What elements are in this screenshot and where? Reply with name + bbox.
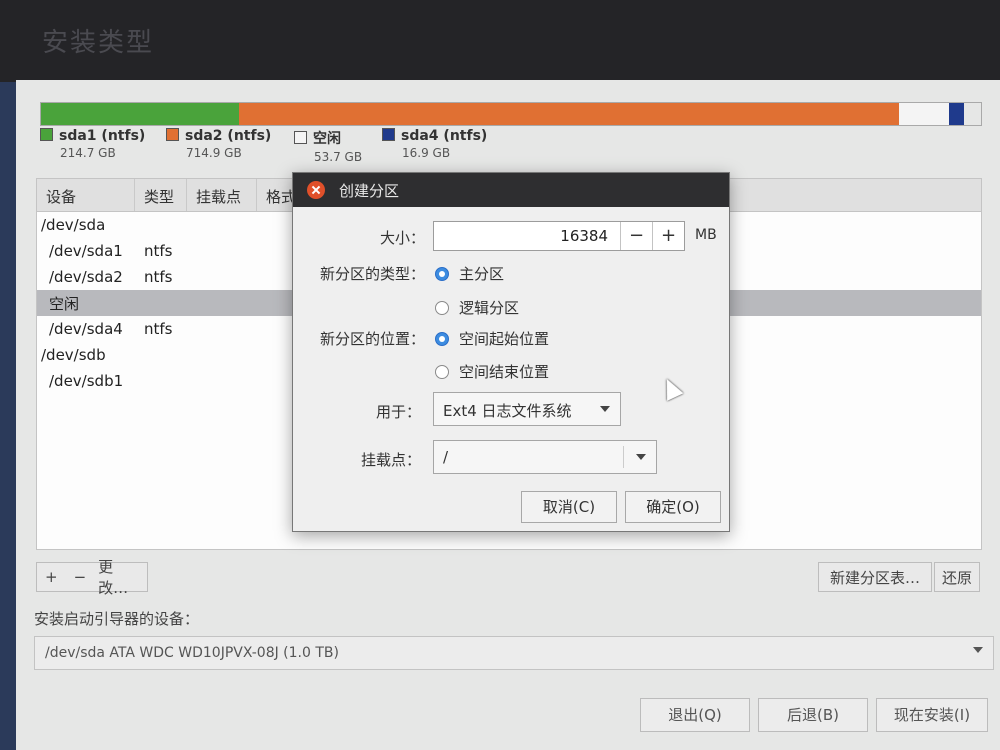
boot-loader-value: /dev/sda ATA WDC WD10JPVX-08J (1.0 TB) bbox=[45, 645, 339, 661]
increment-button[interactable]: + bbox=[652, 222, 684, 250]
change-partition-button[interactable]: 更改… bbox=[94, 556, 147, 598]
use-as-select[interactable]: Ext4 日志文件系统 bbox=[433, 392, 621, 426]
ok-button[interactable]: 确定(O) bbox=[625, 491, 721, 523]
decrement-button[interactable]: − bbox=[620, 222, 652, 250]
radio-logical[interactable]: 逻辑分区 bbox=[435, 297, 519, 318]
partition-bar-sda2 bbox=[239, 103, 900, 125]
mount-point-value[interactable]: / bbox=[443, 448, 448, 466]
radio-start[interactable]: 空间起始位置 bbox=[435, 328, 549, 349]
partition-bar-free bbox=[899, 103, 949, 125]
dialog-titlebar: 创建分区 bbox=[293, 173, 729, 207]
revert-button[interactable]: 还原 bbox=[934, 562, 980, 592]
table-toolbar: + − 更改… bbox=[36, 558, 148, 597]
page-title: 安装类型 bbox=[42, 28, 155, 58]
combo-separator bbox=[623, 446, 624, 468]
partition-bar bbox=[40, 102, 982, 126]
partition-type-label: 新分区的类型： bbox=[319, 265, 425, 283]
install-now-button[interactable]: 现在安装(I) bbox=[876, 698, 988, 732]
legend-swatch bbox=[166, 128, 179, 141]
dialog-title: 创建分区 bbox=[339, 181, 400, 200]
size-unit: MB bbox=[695, 227, 717, 243]
column-mount[interactable]: 挂载点 bbox=[187, 179, 257, 211]
partition-bar-sda1 bbox=[41, 103, 240, 125]
partition-location-label: 新分区的位置： bbox=[319, 330, 425, 348]
legend-swatch bbox=[294, 131, 307, 144]
desktop-edge bbox=[0, 82, 16, 750]
cancel-button[interactable]: 取消(C) bbox=[521, 491, 617, 523]
legend-sda4: sda4 (ntfs) 16.9 GB bbox=[382, 128, 487, 160]
title-bar: 安装类型 bbox=[0, 0, 1000, 82]
new-partition-table-button[interactable]: 新建分区表… bbox=[818, 562, 932, 592]
size-input[interactable]: 16384 bbox=[434, 222, 620, 250]
back-button[interactable]: 后退(B) bbox=[758, 698, 868, 732]
use-as-label: 用于： bbox=[375, 403, 421, 421]
legend-swatch bbox=[40, 128, 53, 141]
partition-bar-sda4 bbox=[948, 103, 965, 125]
chevron-down-icon[interactable] bbox=[636, 454, 646, 460]
add-partition-button[interactable]: + bbox=[37, 568, 66, 586]
close-icon[interactable] bbox=[307, 181, 325, 199]
column-device[interactable]: 设备 bbox=[37, 179, 135, 211]
radio-unselected-icon bbox=[435, 364, 449, 379]
size-label: 大小： bbox=[379, 229, 425, 247]
chevron-down-icon bbox=[600, 406, 610, 412]
mount-point-combo[interactable]: / bbox=[433, 440, 657, 474]
use-as-value: Ext4 日志文件系统 bbox=[443, 402, 572, 420]
legend-swatch bbox=[382, 128, 395, 141]
radio-unselected-icon bbox=[435, 300, 449, 315]
legend-sda2: sda2 (ntfs) 714.9 GB bbox=[166, 128, 271, 160]
radio-end[interactable]: 空间结束位置 bbox=[435, 361, 549, 382]
quit-button[interactable]: 退出(Q) bbox=[640, 698, 750, 732]
radio-primary[interactable]: 主分区 bbox=[435, 263, 504, 284]
radio-selected-icon bbox=[435, 331, 449, 346]
remove-partition-button[interactable]: − bbox=[66, 568, 95, 586]
chevron-down-icon bbox=[973, 647, 983, 653]
mount-point-label: 挂载点： bbox=[360, 451, 421, 469]
size-spinbox[interactable]: 16384 − + bbox=[433, 221, 685, 251]
boot-loader-label: 安装启动引导器的设备： bbox=[34, 610, 200, 628]
boot-loader-select[interactable]: /dev/sda ATA WDC WD10JPVX-08J (1.0 TB) bbox=[34, 636, 994, 670]
create-partition-dialog: 创建分区 大小： 16384 − + MB 新分区的类型： 主分区 逻辑分区 新… bbox=[292, 172, 730, 532]
legend-free: 空闲 53.7 GB bbox=[294, 128, 362, 164]
column-type[interactable]: 类型 bbox=[135, 179, 187, 211]
radio-selected-icon bbox=[435, 266, 449, 281]
legend-sda1: sda1 (ntfs) 214.7 GB bbox=[40, 128, 145, 160]
